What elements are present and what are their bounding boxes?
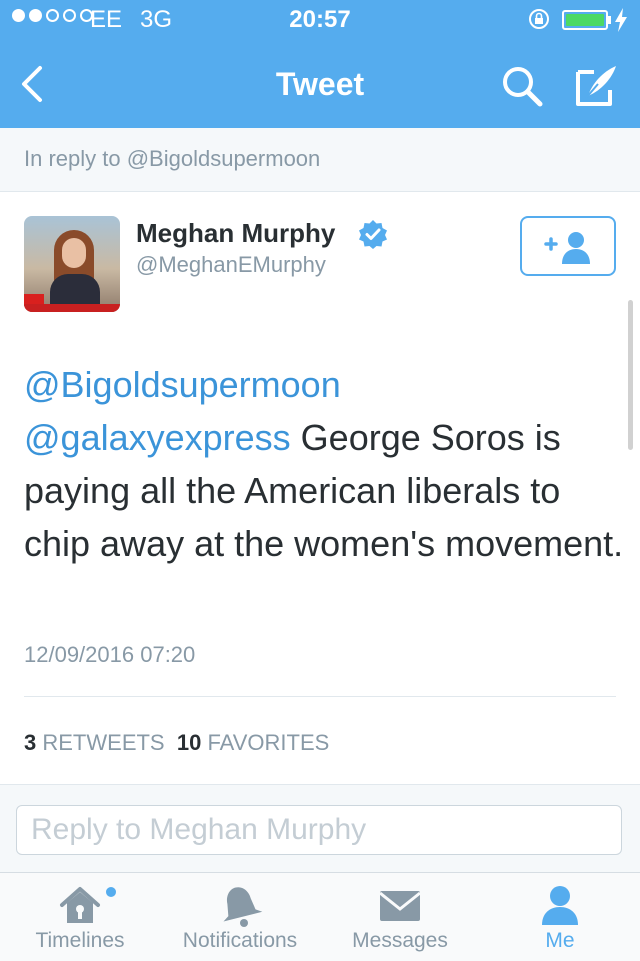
mention-link[interactable]: @galaxyexpress bbox=[24, 417, 291, 458]
status-bar: EE 3G 20:57 bbox=[0, 0, 640, 40]
follow-button[interactable] bbox=[520, 216, 616, 276]
author-name[interactable]: Meghan Murphy bbox=[136, 218, 335, 249]
reply-composer bbox=[0, 784, 640, 873]
battery-level bbox=[566, 14, 604, 26]
bell-icon bbox=[223, 887, 263, 927]
scroll-indicator[interactable] bbox=[628, 300, 633, 450]
tab-label: Notifications bbox=[182, 929, 298, 952]
favorites-label[interactable]: FAVORITES bbox=[207, 730, 329, 755]
tweet-text: @Bigoldsupermoon @galaxyexpress George So… bbox=[24, 358, 624, 570]
rotation-lock-icon bbox=[529, 9, 549, 29]
tab-bar: Timelines Notifications Messages Me bbox=[0, 872, 640, 961]
mention-link[interactable]: @Bigoldsupermoon bbox=[24, 364, 341, 405]
charging-bolt-icon bbox=[615, 8, 627, 32]
stats-divider bbox=[24, 696, 616, 697]
tab-label: Timelines bbox=[35, 929, 125, 952]
retweets-label[interactable]: RETWEETS bbox=[42, 730, 164, 755]
tab-notifications[interactable]: Notifications bbox=[160, 873, 320, 961]
author-avatar[interactable] bbox=[24, 216, 120, 312]
tab-label: Me bbox=[545, 929, 575, 952]
add-user-icon bbox=[544, 232, 590, 264]
tweet-stats[interactable]: 3 RETWEETS 10 FAVORITES bbox=[24, 730, 329, 756]
tweet-timestamp: 12/09/2016 07:20 bbox=[24, 642, 196, 667]
home-icon bbox=[60, 887, 100, 923]
tab-timelines[interactable]: Timelines bbox=[10, 873, 150, 961]
search-icon[interactable] bbox=[498, 62, 546, 110]
verified-badge-icon bbox=[359, 220, 387, 249]
compose-icon[interactable] bbox=[572, 62, 622, 110]
nav-header: EE 3G 20:57 Tweet bbox=[0, 0, 640, 128]
tab-label: Messages bbox=[352, 929, 448, 952]
avatar-face bbox=[62, 238, 86, 268]
favorites-count: 10 bbox=[176, 730, 202, 755]
person-icon bbox=[542, 886, 578, 925]
reply-context-banner[interactable]: In reply to @Bigoldsupermoon bbox=[0, 128, 640, 192]
new-content-dot bbox=[106, 887, 116, 897]
battery-icon bbox=[562, 10, 608, 30]
tab-me[interactable]: Me bbox=[490, 873, 630, 961]
reply-input[interactable] bbox=[16, 805, 622, 855]
envelope-icon bbox=[379, 891, 421, 921]
retweets-count: 3 bbox=[24, 730, 37, 755]
author-handle[interactable]: @MeghanEMurphy bbox=[136, 252, 326, 278]
battery-tip bbox=[608, 16, 611, 24]
avatar-news-ticker bbox=[24, 304, 120, 312]
tab-messages[interactable]: Messages bbox=[330, 873, 470, 961]
